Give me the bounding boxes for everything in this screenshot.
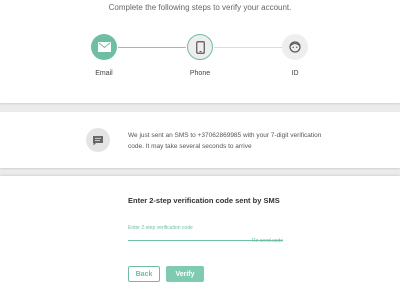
step-id: ID <box>265 34 325 77</box>
verification-form: Enter 2-step verification code sent by S… <box>0 176 400 300</box>
envelope-icon <box>97 42 111 52</box>
sms-info-panel: We just sent an SMS to +37062869985 with… <box>0 112 400 168</box>
step-id-circle <box>282 34 308 60</box>
form-title: Enter 2-step verification code sent by S… <box>128 196 280 205</box>
step-phone-circle <box>187 34 213 60</box>
intro-text: Complete the following steps to verify y… <box>108 3 292 12</box>
sms-info-message: We just sent an SMS to +37062869985 with… <box>128 132 322 150</box>
step-phone: Phone <box>170 34 230 77</box>
step-email-circle <box>91 34 117 60</box>
step-phone-label: Phone <box>189 70 211 77</box>
chat-icon <box>86 128 110 152</box>
steps-panel: Complete the following steps to verify y… <box>0 0 400 103</box>
step-email: Email <box>74 34 134 77</box>
phone-icon <box>195 40 205 54</box>
resend-code-link[interactable]: Re-send code <box>128 238 283 244</box>
step-email-label: Email <box>95 70 113 77</box>
step-id-label: ID <box>291 70 299 77</box>
face-icon <box>289 41 301 53</box>
verify-button[interactable]: Verify <box>166 266 204 282</box>
back-button[interactable]: Back <box>128 266 160 282</box>
verification-code-input[interactable] <box>128 225 283 231</box>
